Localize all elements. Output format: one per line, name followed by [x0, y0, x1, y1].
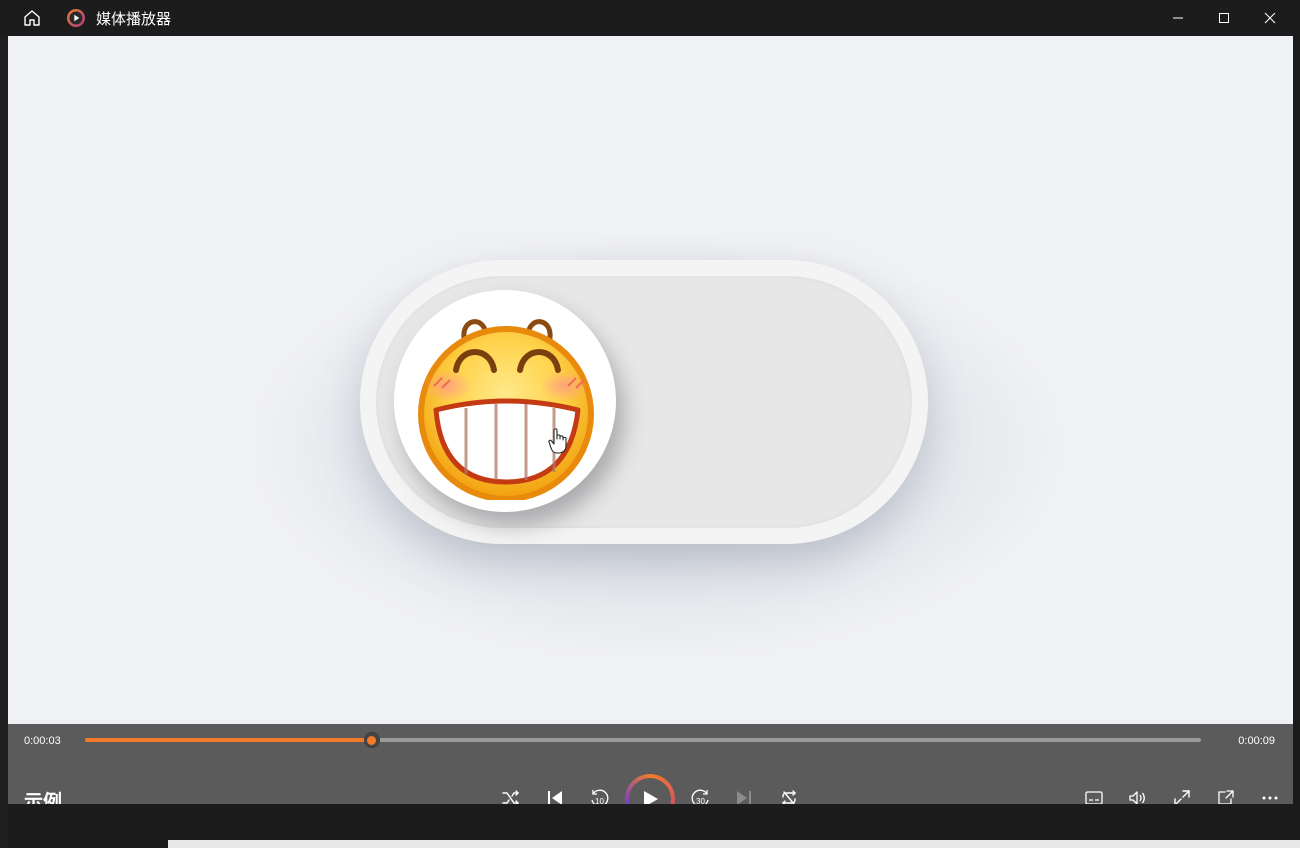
- bottom-bar: [8, 804, 1293, 840]
- seek-bar[interactable]: [85, 732, 1201, 748]
- minimize-button[interactable]: [1155, 0, 1201, 36]
- close-button[interactable]: [1247, 0, 1293, 36]
- media-player-logo-icon: [67, 9, 85, 27]
- hand-cursor-icon: [548, 428, 567, 454]
- minimize-icon: [1173, 17, 1183, 19]
- media-player-window: 媒体播放器 0:00:03 0:00:09 示例 10 30: [8, 0, 1293, 840]
- grinning-face-icon: [418, 319, 594, 500]
- window-title: 媒体播放器: [96, 10, 172, 28]
- total-duration: 0:00:09: [1238, 735, 1275, 747]
- title-bar: 媒体播放器: [8, 0, 1293, 36]
- seek-bar-progress: [85, 738, 372, 742]
- video-frame[interactable]: [8, 36, 1293, 724]
- close-icon: [1264, 12, 1276, 24]
- home-icon: [24, 10, 40, 26]
- maximize-button[interactable]: [1201, 0, 1247, 36]
- seek-bar-thumb[interactable]: [363, 732, 380, 748]
- background-app: [0, 36, 8, 848]
- maximize-icon: [1219, 13, 1229, 23]
- background-app-bottom: [168, 840, 1300, 848]
- home-button[interactable]: [8, 0, 56, 36]
- current-time: 0:00:03: [24, 735, 61, 747]
- player-controls: 0:00:03 0:00:09 示例 10 30: [8, 724, 1293, 824]
